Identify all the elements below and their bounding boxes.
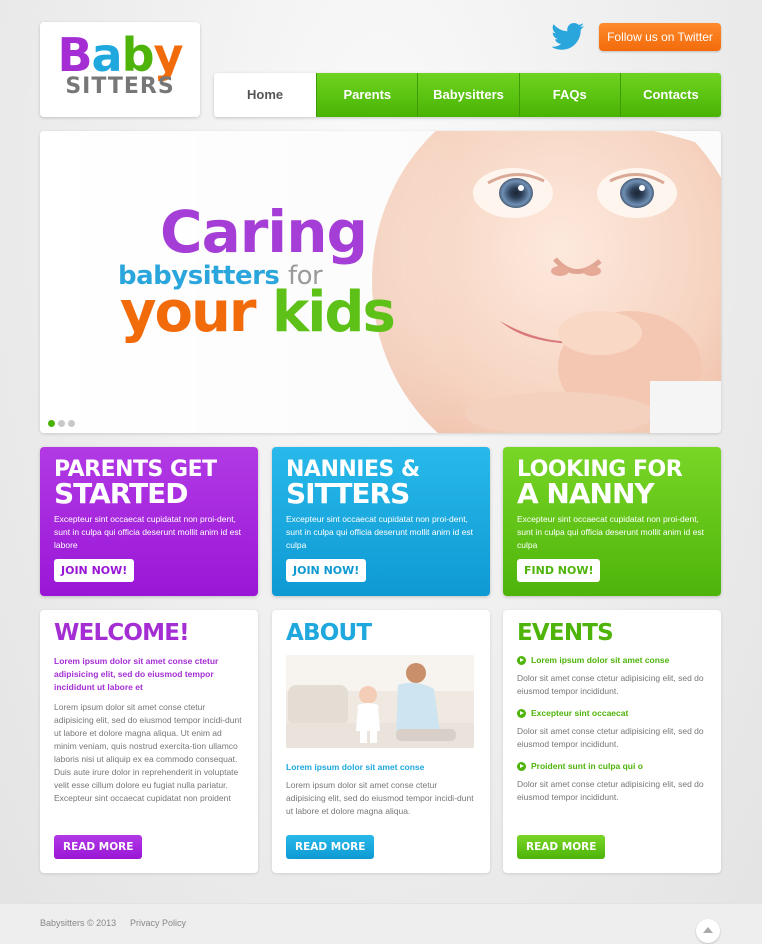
- event-text: Dolor sit amet conse ctetur adipisicing …: [517, 673, 704, 696]
- join-now-button[interactable]: JOIN NOW!: [286, 559, 367, 582]
- about-title: ABOUT: [286, 620, 372, 646]
- events-box: EVENTS Lorem ipsum dolor sit amet conse …: [503, 610, 721, 873]
- find-now-button[interactable]: FIND NOW!: [517, 559, 601, 582]
- nav-contacts[interactable]: Contacts: [619, 73, 721, 117]
- hero-slider: Caring babysitters for your kids: [40, 131, 721, 433]
- promo-nannies-text: Excepteur sint occaecat cupidatat non pr…: [286, 514, 473, 550]
- scroll-to-top-icon[interactable]: [696, 919, 720, 943]
- footer-copyright: Babysitters © 2013: [40, 918, 117, 928]
- events-read-more-button[interactable]: READ MORE: [517, 835, 606, 859]
- about-link[interactable]: Lorem ipsum dolor sit amet conse: [286, 762, 476, 772]
- slider-dot-2[interactable]: [58, 420, 65, 427]
- main-navigation: Home Parents Babysitters FAQs Contacts: [214, 73, 721, 117]
- welcome-lead: Lorem ipsum dolor sit amet conse ctetur …: [54, 656, 219, 692]
- slider-dot-1[interactable]: [48, 420, 55, 427]
- play-circle-icon: [517, 708, 526, 718]
- nav-parents[interactable]: Parents: [316, 73, 418, 117]
- welcome-read-more-button[interactable]: READ MORE: [54, 835, 143, 859]
- welcome-title: WELCOME!: [54, 620, 190, 646]
- nav-faqs[interactable]: FAQs: [518, 73, 620, 117]
- privacy-policy-link[interactable]: Privacy Policy: [130, 918, 186, 928]
- logo-baby-text: Baby: [57, 28, 183, 82]
- event-item: Lorem ipsum dolor sit amet conse Dolor s…: [517, 655, 707, 698]
- follow-twitter-button[interactable]: Follow us on Twitter: [599, 23, 721, 51]
- site-logo[interactable]: Baby SITTERS: [40, 22, 200, 117]
- hero-title-your-kids: your kids: [120, 280, 396, 345]
- promo-parents: PARENTS GET STARTED Excepteur sint occaec…: [40, 447, 258, 596]
- promo-nannies: NANNIES & SITTERS Excepteur sint occaecat…: [272, 447, 490, 596]
- event-text: Dolor sit amet conse ctetur adipisicing …: [517, 726, 704, 749]
- event-title[interactable]: Excepteur sint occaecat: [517, 708, 707, 718]
- promo-parents-text: Excepteur sint occaecat cupidatat non pr…: [54, 514, 241, 550]
- event-text: Dolor sit amet conse ctetur adipisicing …: [517, 779, 704, 802]
- event-item: Excepteur sint occaecat Dolor sit amet c…: [517, 708, 707, 751]
- nav-home[interactable]: Home: [214, 73, 317, 117]
- hero-title-caring: Caring: [160, 198, 368, 266]
- promo-nannies-title: NANNIES & SITTERS: [286, 457, 420, 510]
- promo-looking-title: LOOKING FOR A NANNY: [517, 457, 683, 510]
- twitter-bird-icon[interactable]: [550, 22, 586, 52]
- events-title: EVENTS: [517, 620, 614, 646]
- play-circle-icon: [517, 655, 526, 665]
- promo-looking-text: Excepteur sint occaecat cupidatat non pr…: [517, 514, 704, 550]
- about-read-more-button[interactable]: READ MORE: [286, 835, 375, 859]
- join-now-button[interactable]: JOIN NOW!: [54, 559, 135, 582]
- promo-parents-title: PARENTS GET STARTED: [54, 457, 217, 510]
- about-photo: [286, 655, 474, 748]
- event-title[interactable]: Lorem ipsum dolor sit amet conse: [517, 655, 707, 665]
- slider-pagination: [48, 420, 75, 427]
- play-circle-icon: [517, 761, 526, 771]
- event-item: Proident sunt in culpa qui o Dolor sit a…: [517, 761, 707, 804]
- about-text: Lorem ipsum dolor sit amet conse ctetur …: [286, 780, 474, 816]
- nav-babysitters[interactable]: Babysitters: [417, 73, 519, 117]
- promo-looking: LOOKING FOR A NANNY Excepteur sint occaec…: [503, 447, 721, 596]
- welcome-box: WELCOME! Lorem ipsum dolor sit amet cons…: [40, 610, 258, 873]
- event-title[interactable]: Proident sunt in culpa qui o: [517, 761, 707, 771]
- about-box: ABOUT Lorem ipsum dolor sit amet conse L…: [272, 610, 490, 873]
- slider-dot-3[interactable]: [68, 420, 75, 427]
- welcome-text: Lorem ipsum dolor sit amet conse ctetur …: [54, 702, 242, 803]
